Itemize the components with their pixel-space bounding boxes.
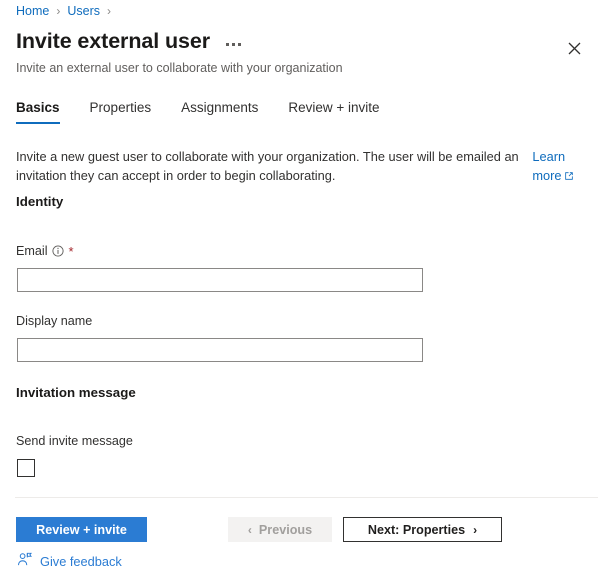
next-button-label: Next: Properties	[367, 522, 466, 537]
section-heading-invitation-message: Invitation message	[16, 385, 136, 400]
close-icon	[568, 42, 580, 54]
previous-button-label: Previous	[258, 522, 313, 537]
page-subtitle: Invite an external user to collaborate w…	[16, 61, 343, 75]
tab-list: Basics Properties Assignments Review + i…	[16, 100, 380, 124]
learn-more-link[interactable]: Learn more	[532, 147, 584, 186]
previous-button[interactable]: ‹ Previous	[228, 517, 332, 542]
chevron-right-icon: ›	[473, 522, 478, 537]
tab-basics[interactable]: Basics	[16, 100, 60, 124]
tab-review-invite[interactable]: Review + invite	[288, 100, 379, 124]
display-name-input[interactable]	[17, 338, 423, 362]
next-properties-button[interactable]: Next: Properties ›	[343, 517, 502, 542]
intro-block: Invite a new guest user to collaborate w…	[16, 147, 584, 186]
info-circle-icon[interactable]	[51, 245, 64, 257]
external-link-icon	[564, 167, 574, 186]
give-feedback-link[interactable]: Give feedback	[17, 552, 122, 570]
email-field-label: Email *	[16, 244, 74, 258]
required-asterisk: *	[68, 243, 74, 259]
breadcrumb-separator-icon: ›	[56, 4, 61, 18]
learn-more-label: Learn more	[532, 149, 566, 183]
footer-divider	[15, 497, 598, 498]
ellipsis-dot-icon	[231, 42, 235, 46]
email-label-text: Email	[16, 244, 48, 258]
breadcrumb-item-home[interactable]: Home	[16, 4, 49, 18]
send-invite-message-checkbox[interactable]	[17, 459, 35, 477]
display-name-field-label: Display name	[16, 314, 92, 328]
ellipsis-dot-icon	[237, 42, 241, 46]
tab-properties[interactable]: Properties	[90, 100, 152, 124]
breadcrumb-item-users[interactable]: Users	[67, 4, 100, 18]
person-feedback-icon	[17, 552, 33, 570]
more-actions-button[interactable]	[224, 39, 243, 50]
breadcrumb: Home › Users ›	[16, 0, 118, 22]
tab-assignments[interactable]: Assignments	[181, 100, 258, 124]
page-title: Invite external user	[16, 29, 210, 53]
review-invite-button[interactable]: Review + invite	[16, 517, 147, 542]
email-input[interactable]	[17, 268, 423, 292]
send-invite-message-label: Send invite message	[16, 434, 133, 448]
chevron-left-icon: ‹	[247, 522, 252, 537]
ellipsis-dot-icon	[225, 42, 229, 46]
section-heading-identity: Identity	[16, 194, 64, 209]
close-button[interactable]	[558, 32, 590, 64]
title-row: Invite external user	[16, 28, 243, 54]
intro-text: Invite a new guest user to collaborate w…	[16, 149, 519, 183]
breadcrumb-separator-icon: ›	[107, 4, 111, 18]
give-feedback-label: Give feedback	[40, 553, 122, 569]
display-name-label-text: Display name	[16, 314, 93, 328]
